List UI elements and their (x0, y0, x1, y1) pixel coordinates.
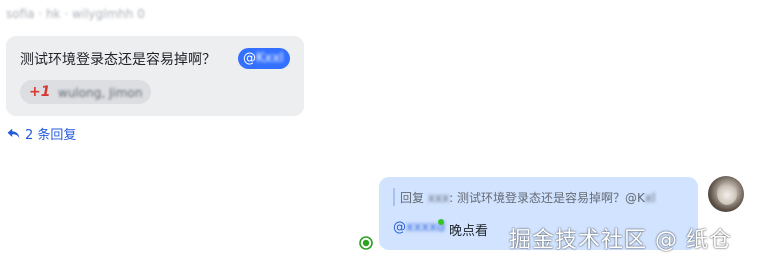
quote-author: xxx (427, 191, 450, 205)
avatar[interactable] (708, 176, 744, 212)
mention-chip[interactable]: @Kxxl (238, 48, 290, 69)
quoted-message[interactable]: 回复 xxx: 测试环境登录态还是容易掉啊？@Kxl (400, 189, 655, 206)
mention-name: Kxxl (256, 51, 284, 66)
incoming-message-text: 测试环境登录态还是容易掉啊？ (20, 52, 216, 68)
reaction-users: wulong, Jimon (58, 86, 143, 100)
self-mention-at: @ (393, 220, 406, 235)
quote-mention-tail: xl (644, 191, 656, 205)
own-message-text: 晚点看 (449, 224, 489, 239)
quote-prefix: 回复 (400, 191, 425, 205)
mention-at: @ (243, 51, 256, 66)
reply-count-label: 2 条回复 (25, 128, 77, 143)
watermark: 掘金技术社区 @ 纸仓 (509, 228, 732, 253)
quote-separator: : (449, 191, 454, 205)
reply-thread-link[interactable]: 2 条回复 (7, 124, 76, 143)
quote-text: 测试环境登录态还是容易掉啊？@K (457, 191, 645, 205)
quote-bar (393, 188, 395, 206)
online-status-dot (438, 219, 444, 225)
reply-arrow-icon (7, 128, 20, 139)
sender-meta: sofia · hk · wilyglmhh 0 (6, 7, 145, 21)
avatar-cat-image (717, 183, 737, 205)
read-status-icon[interactable] (359, 236, 373, 250)
plus-one-emoji-icon: +1 (29, 84, 51, 100)
